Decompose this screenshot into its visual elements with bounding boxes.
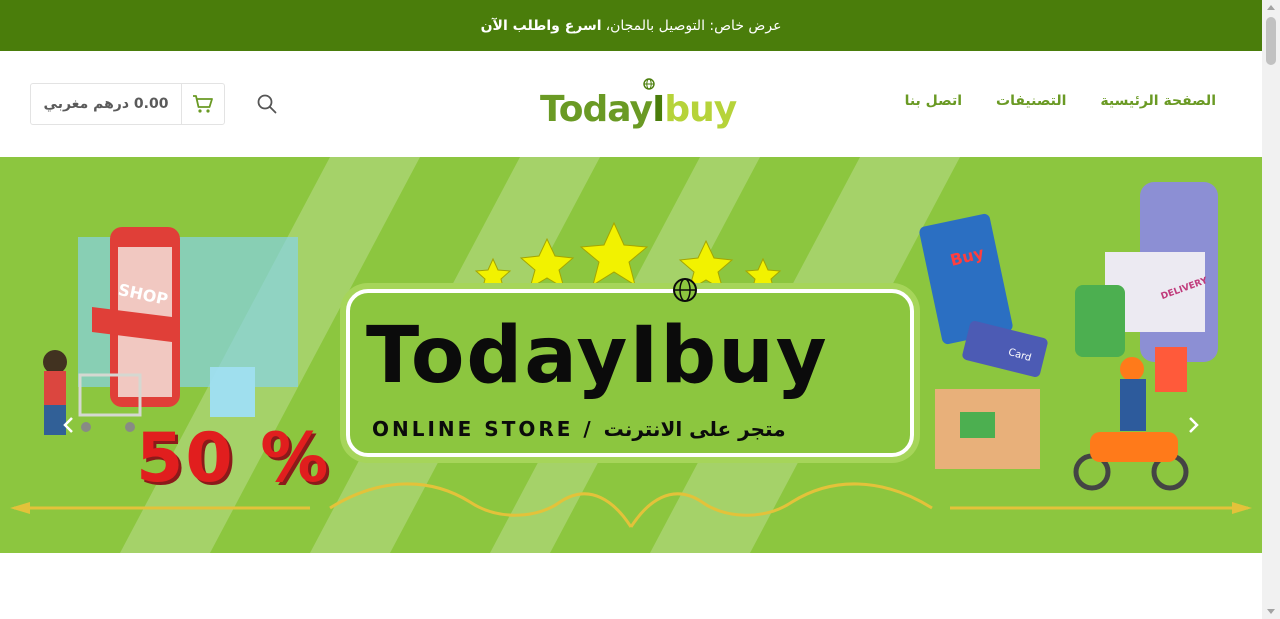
- hero-subtitle: ONLINE STORE / متجر على الانترنت: [372, 417, 786, 441]
- cart-total: 0.00 درهم مغربي: [43, 96, 169, 112]
- logo-i: I: [651, 89, 665, 130]
- cart-button[interactable]: 0.00 درهم مغربي: [30, 83, 225, 125]
- delivery-illustration: [919, 182, 1218, 491]
- nav-contact[interactable]: اتصل بنا: [905, 93, 962, 109]
- scroll-thumb[interactable]: [1266, 17, 1276, 65]
- nav-categories[interactable]: التصنيفات: [996, 93, 1066, 109]
- announcement-bar: عرض خاص: التوصيل بالمجان، اسرع واطلب الآ…: [0, 0, 1262, 51]
- discount-badge: 50 %: [136, 419, 331, 498]
- site-header: 0.00 درهم مغربي TodayIbuy الصفحة الرئيسي…: [0, 51, 1262, 157]
- search-icon[interactable]: [256, 93, 278, 115]
- main-nav: الصفحة الرئيسية التصنيفات اتصل بنا: [905, 93, 1216, 109]
- nav-home[interactable]: الصفحة الرئيسية: [1100, 93, 1216, 109]
- logo-wordmark: TodayIbuy: [540, 89, 737, 130]
- logo-today: Today: [540, 89, 653, 130]
- globe-icon: [673, 278, 697, 302]
- logo-buy: buy: [664, 89, 737, 130]
- announcement-text: عرض خاص: التوصيل بالمجان،: [605, 17, 782, 34]
- cart-icon[interactable]: [181, 84, 224, 124]
- page-scrollbar[interactable]: [1262, 0, 1280, 619]
- hero-brand-block: TodayIbuy ONLINE STORE / متجر على الانتر…: [346, 278, 914, 457]
- scroll-down-icon[interactable]: [1267, 609, 1275, 614]
- hero-title: TodayIbuy: [366, 311, 829, 401]
- hero-banner[interactable]: SHOP Buy DELIVERY Card TodayIbuy ONLINE …: [0, 157, 1262, 553]
- site-logo[interactable]: TodayIbuy: [540, 77, 737, 133]
- scroll-up-icon[interactable]: [1267, 5, 1275, 10]
- chevron-left-icon[interactable]: [60, 415, 78, 435]
- announcement-emphasis: اسرع واطلب الآن: [480, 17, 602, 34]
- chevron-right-icon[interactable]: [1184, 415, 1202, 435]
